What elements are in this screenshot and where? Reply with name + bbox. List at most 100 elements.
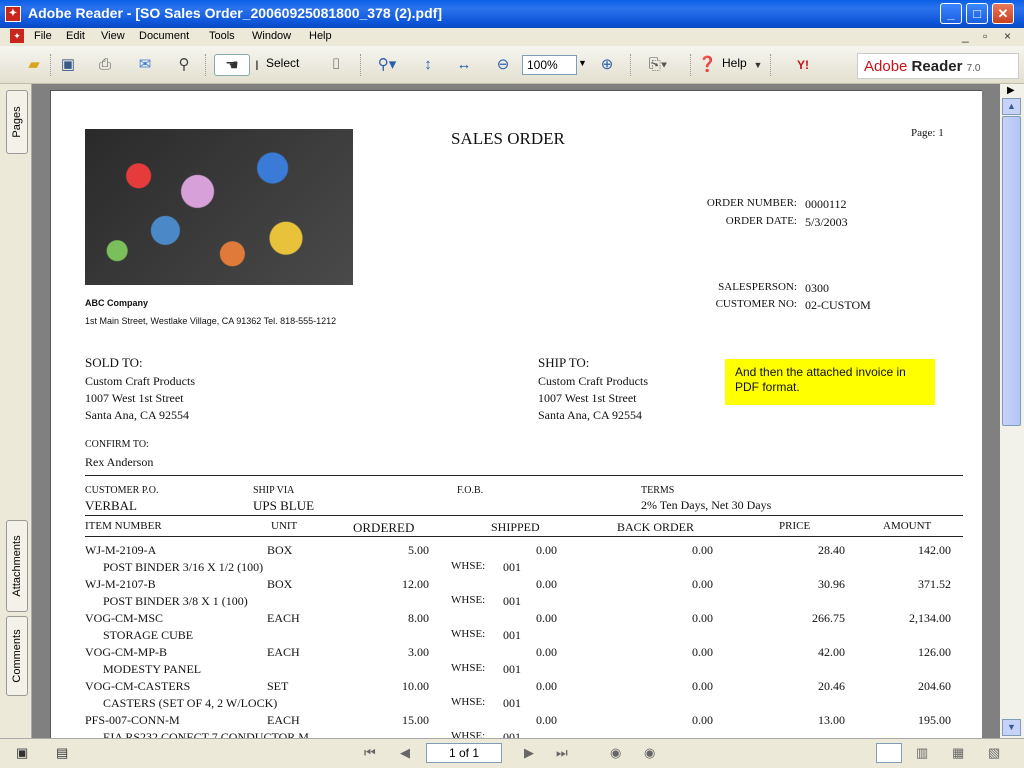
hand-tool-icon[interactable]: ☚	[214, 54, 250, 76]
brand-reader: Reader	[911, 58, 963, 75]
zoom-in-tool-icon[interactable]: ⚲▾	[370, 54, 404, 76]
confirm-to: Rex Anderson	[85, 455, 154, 469]
yellow-annotation: And then the attached invoice in PDF for…	[725, 359, 935, 405]
navigation-pane-icon[interactable]: ▣	[16, 745, 28, 761]
doc-minimize-button[interactable]: _	[962, 29, 969, 43]
menu-file[interactable]: File	[34, 30, 52, 42]
select-tool-label[interactable]: Select	[266, 56, 299, 70]
navigation-panel: Pages Attachments Comments	[0, 84, 32, 738]
brand-version: 7.0	[966, 63, 981, 74]
minimize-button[interactable]: _	[940, 3, 962, 24]
toolbar-separator	[770, 54, 772, 76]
continuous-facing-icon[interactable]: ▧	[988, 745, 1000, 761]
search-binoculars-icon[interactable]: ⚲	[172, 54, 196, 76]
print-icon[interactable]: ⎙	[93, 54, 117, 76]
single-page-icon[interactable]	[876, 743, 902, 763]
page-number-field[interactable]: 1 of 1	[426, 743, 502, 763]
sold-to-label: SOLD TO:	[85, 355, 143, 370]
vertical-scrollbar[interactable]: ▶ ▲ ▼	[1000, 84, 1024, 738]
divider	[85, 475, 963, 476]
zoom-out-icon[interactable]: ⊖	[492, 54, 514, 76]
maximize-button[interactable]: □	[966, 3, 988, 24]
fit-width-icon[interactable]: ↔	[452, 54, 476, 76]
scroll-up-button[interactable]: ▲	[1002, 98, 1021, 115]
order-date: 5/3/2003	[805, 215, 848, 229]
brand-adobe: Adobe	[864, 58, 908, 75]
sold-to-line1: Custom Craft Products	[85, 374, 195, 388]
item-amount: 142.00	[918, 543, 951, 557]
item-shipped: 0.00	[536, 577, 557, 591]
zoom-in-icon[interactable]: ⊕	[596, 54, 618, 76]
tab-attachments[interactable]: Attachments	[6, 520, 28, 612]
menu-edit[interactable]: Edit	[66, 30, 85, 42]
item-price: 30.96	[818, 577, 845, 591]
item-whse: 001	[503, 594, 521, 608]
menu-document[interactable]: Document	[139, 30, 189, 42]
next-page-icon[interactable]: ▶	[524, 745, 534, 761]
document-viewport[interactable]: SALES ORDER Page: 1 ORDER NUMBER: 000011…	[32, 84, 1000, 738]
menu-tools[interactable]: Tools	[209, 30, 235, 42]
last-page-icon[interactable]: ⏭	[556, 745, 568, 761]
page-options-icon[interactable]: ▤	[56, 745, 68, 761]
divider	[85, 515, 963, 516]
toolbar-separator	[690, 54, 692, 76]
item-back-order: 0.00	[692, 713, 713, 727]
rotate-view-icon[interactable]: ⎘▾	[638, 54, 678, 76]
company-address: 1st Main Street, Westlake Village, CA 91…	[85, 316, 337, 326]
toolbar: ▰ ▣ ⎙ ✉ ⚲ ☚ I Select ⌷ ⚲▾ ↕ ↔ ⊖ 100% ▼ ⊕…	[0, 46, 1024, 84]
tab-pages[interactable]: Pages	[6, 90, 28, 154]
item-ordered: 5.00	[408, 543, 429, 557]
item-number: VOG-CM-CASTERS	[85, 679, 191, 693]
zoom-dropdown-icon[interactable]: ▼	[578, 58, 587, 68]
help-dropdown-icon[interactable]: ▼	[752, 54, 764, 76]
page-number: 1	[938, 127, 944, 139]
menu-view[interactable]: View	[101, 30, 125, 42]
menu-bar: ✦ File Edit View Document Tools Window H…	[0, 28, 1024, 46]
item-number: VOG-CM-MP-B	[85, 645, 168, 659]
text-cursor-icon: I	[255, 57, 259, 73]
snapshot-icon[interactable]: ⌷	[323, 54, 349, 76]
open-folder-icon[interactable]: ▰	[22, 54, 46, 76]
scroll-down-button[interactable]: ▼	[1002, 719, 1021, 736]
menu-help[interactable]: Help	[309, 30, 332, 42]
item-whse-label: WHSE:	[451, 594, 486, 606]
item-whse: 001	[503, 730, 521, 738]
page-label: Page: 1	[911, 127, 944, 139]
customer-po: VERBAL	[85, 498, 137, 513]
zoom-input[interactable]: 100%	[522, 55, 577, 75]
salesperson: 0300	[805, 281, 829, 295]
item-price: 42.00	[818, 645, 845, 659]
close-button[interactable]: ✕	[992, 3, 1014, 24]
scroll-thumb[interactable]	[1002, 116, 1021, 426]
help-button[interactable]: Help	[722, 56, 747, 70]
continuous-icon[interactable]: ▥	[916, 745, 928, 761]
customer-no-label: CUSTOMER NO:	[715, 298, 797, 310]
save-icon[interactable]: ▣	[57, 54, 79, 76]
menu-window[interactable]: Window	[252, 30, 291, 42]
item-shipped: 0.00	[536, 543, 557, 557]
col-back-order: BACK ORDER	[617, 520, 695, 534]
ship-via-label: SHIP VIA	[253, 485, 295, 496]
capacitors-image	[85, 129, 353, 285]
previous-page-icon[interactable]: ◀	[400, 745, 410, 761]
previous-view-icon[interactable]: ◉	[610, 745, 621, 761]
document-icon[interactable]: ✦	[10, 29, 24, 43]
actual-size-icon[interactable]: ↕	[417, 54, 439, 76]
title-bar: ✦ Adobe Reader - [SO Sales Order_2006092…	[0, 0, 1024, 28]
panel-arrow-icon[interactable]: ▶	[1007, 85, 1015, 96]
item-number: WJ-M-2109-A	[85, 543, 157, 557]
yahoo-toolbar-icon[interactable]: Y!	[780, 54, 826, 76]
item-whse: 001	[503, 696, 521, 710]
first-page-icon[interactable]: ⏮	[364, 745, 376, 761]
facing-icon[interactable]: ▦	[952, 745, 964, 761]
toolbar-separator	[50, 54, 52, 76]
doc-restore-button[interactable]: ▫	[983, 29, 987, 43]
item-amount: 126.00	[918, 645, 951, 659]
email-icon[interactable]: ✉	[133, 54, 157, 76]
next-view-icon[interactable]: ◉	[644, 745, 655, 761]
item-price: 20.46	[818, 679, 845, 693]
item-back-order: 0.00	[692, 645, 713, 659]
tab-comments[interactable]: Comments	[6, 616, 28, 696]
help-icon[interactable]: ❓	[698, 54, 717, 76]
doc-close-button[interactable]: ×	[1004, 29, 1011, 43]
